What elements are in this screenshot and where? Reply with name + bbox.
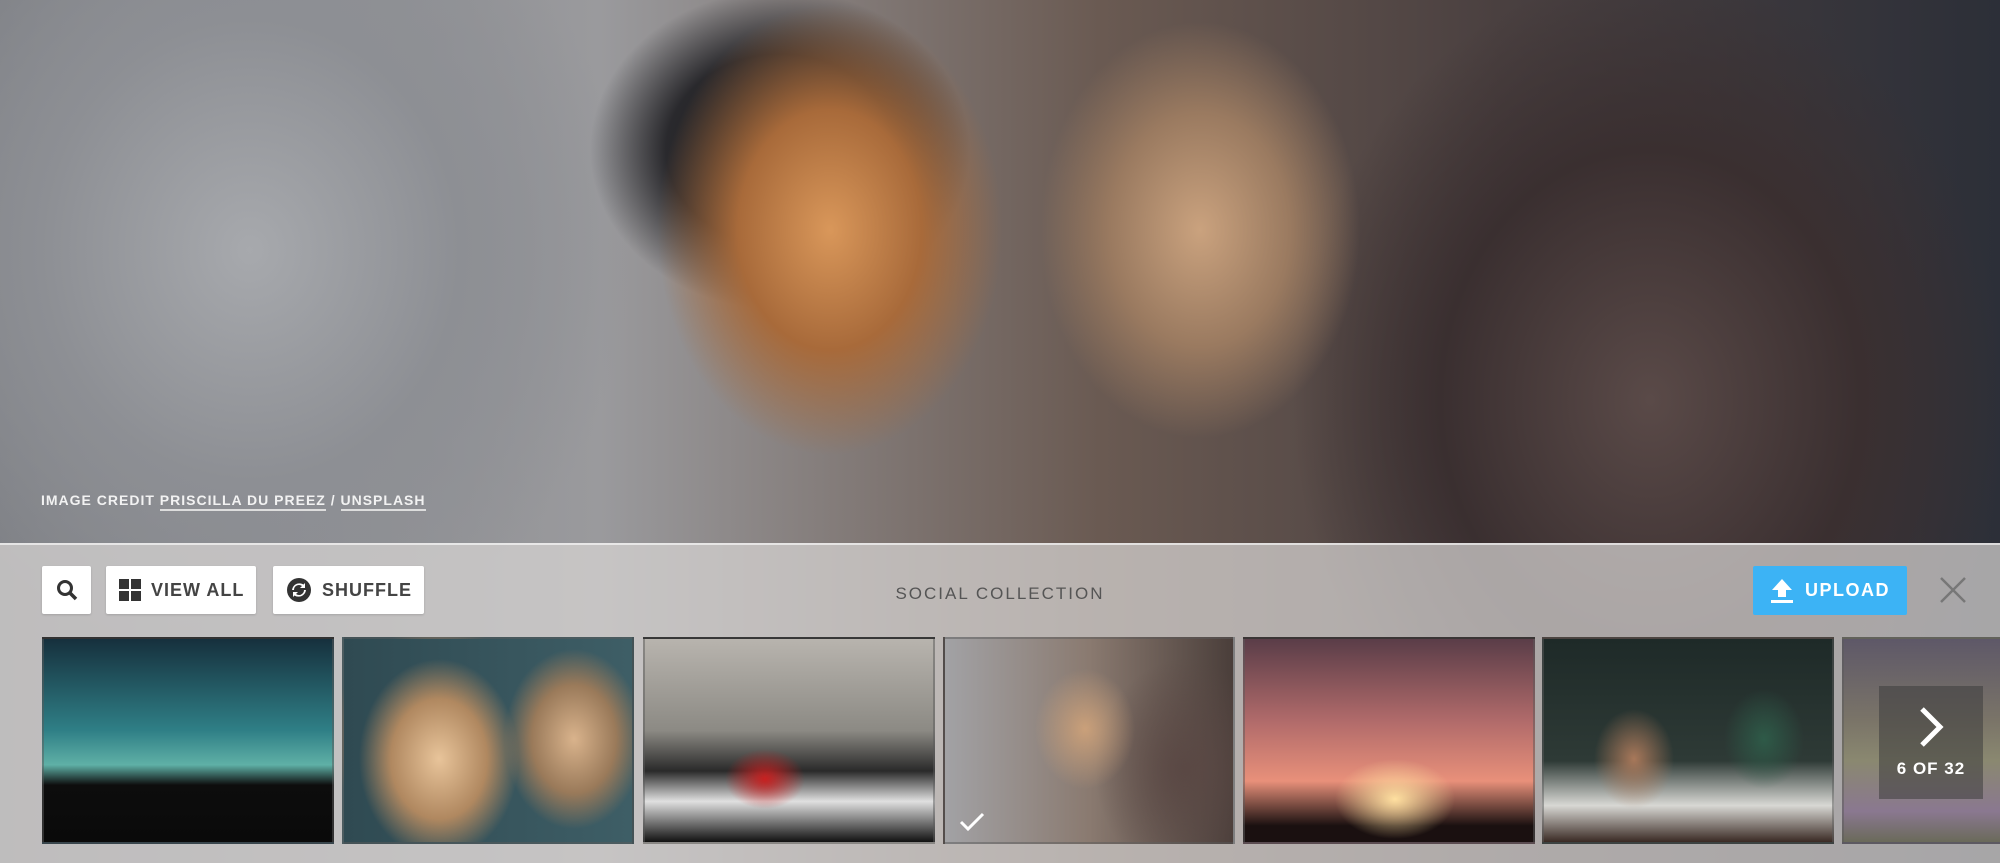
upload-button[interactable]: UPLOAD — [1753, 566, 1907, 615]
next-page-button[interactable]: 6 OF 32 — [1879, 686, 1983, 799]
thumbnail-3[interactable] — [643, 637, 935, 844]
credit-separator: / — [330, 492, 336, 508]
selected-check-icon — [959, 812, 985, 832]
collection-title: SOCIAL COLLECTION — [895, 584, 1105, 603]
author-link[interactable]: PRISCILLA DU PREEZ — [159, 492, 326, 511]
thumbnail-6[interactable] — [1542, 637, 1834, 844]
close-icon[interactable] — [1938, 575, 1968, 605]
credit-prefix: IMAGE CREDIT — [41, 492, 155, 508]
upload-label: UPLOAD — [1805, 580, 1890, 600]
image-credit: IMAGE CREDIT PRISCILLA DU PREEZ / UNSPLA… — [41, 492, 426, 511]
chevron-right-icon — [1920, 707, 1944, 747]
page-counter: 6 OF 32 — [1896, 759, 1966, 778]
thumbnail-1[interactable] — [42, 637, 334, 844]
thumbnail-5[interactable] — [1243, 637, 1535, 844]
source-link[interactable]: UNSPLASH — [340, 492, 426, 511]
upload-icon — [1771, 578, 1793, 603]
thumbnail-4[interactable] — [943, 637, 1235, 844]
thumbnail-2[interactable] — [342, 637, 634, 844]
collection-panel: VIEW ALL SHUFFLE SOCIAL COLLECTION UPLOA… — [0, 543, 2000, 863]
